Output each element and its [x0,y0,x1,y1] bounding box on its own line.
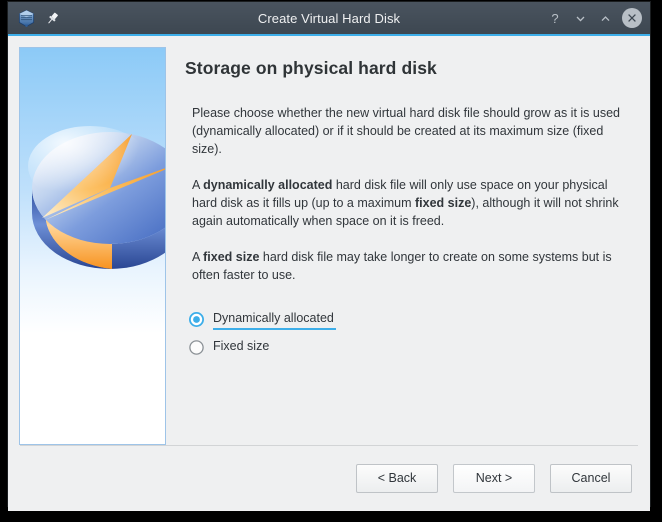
pin-icon[interactable] [45,11,60,26]
chevron-up-icon[interactable] [594,7,616,29]
next-button[interactable]: Next > [453,463,535,493]
radio-label-dynamically-allocated: Dynamically allocated [213,311,336,330]
page-title: Storage on physical hard disk [185,58,437,78]
pie-chart-graphic [28,126,165,269]
paragraph-intro: Please choose whether the new virtual ha… [192,106,621,156]
paragraph-fixed-explain: A fixed size hard disk file may take lon… [192,250,612,282]
radio-fixed-size[interactable]: Fixed size [189,334,629,360]
titlebar[interactable]: Create Virtual Hard Disk ? [8,2,650,36]
titlebar-left-icons [8,9,60,28]
virtualbox-cube-icon [17,9,36,28]
radio-label-fixed-size: Fixed size [213,339,270,353]
footer-separator [20,445,638,446]
chevron-down-icon[interactable] [569,7,591,29]
paragraph-dynamic-explain: A dynamically allocated hard disk file w… [192,178,619,228]
dialog-body: Storage on physical hard disk Please cho… [8,36,650,445]
dialog-footer: < Back Next > Cancel [8,445,650,511]
window-controls: ? [544,2,642,34]
back-button[interactable]: < Back [356,463,438,493]
cancel-button[interactable]: Cancel [550,463,632,493]
create-virtual-hard-disk-dialog: Create Virtual Hard Disk ? Storage on ph… [8,2,650,511]
storage-type-radio-group: Dynamically allocated Fixed size [185,306,629,360]
radio-dynamically-allocated[interactable]: Dynamically allocated [189,306,629,332]
wizard-watermark-image [19,47,166,445]
help-button[interactable]: ? [544,7,566,29]
screen: Create Virtual Hard Disk ? Storage on ph… [0,0,662,522]
radio-unselected-icon [189,339,204,355]
close-icon[interactable] [622,8,642,28]
wizard-content: Storage on physical hard disk Please cho… [166,47,639,445]
radio-selected-icon [189,311,204,327]
